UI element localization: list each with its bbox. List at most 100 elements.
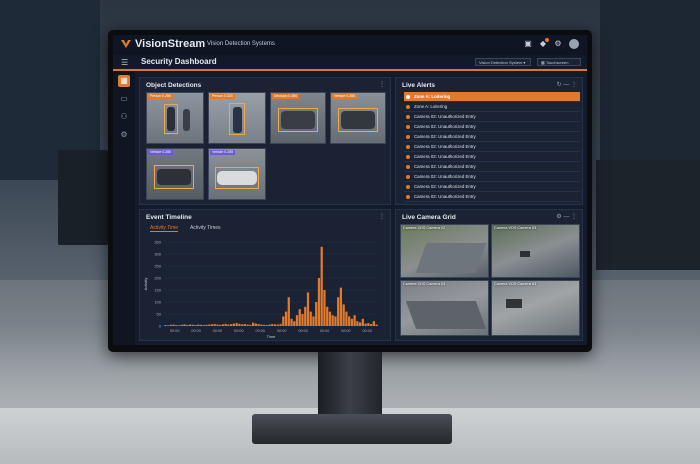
x-tick-label: 00:00 xyxy=(256,329,266,333)
x-tick-label: 00:00 xyxy=(213,329,223,333)
detection-label: Decision 0.286 xyxy=(272,94,300,99)
alert-dot-icon xyxy=(406,94,410,99)
sidebar-item-settings[interactable]: ⚙ xyxy=(118,129,130,141)
alert-dot-icon xyxy=(406,184,410,189)
background-monitor-right xyxy=(596,160,700,270)
alert-row[interactable]: Camera 02: Unauthorized Entry xyxy=(404,192,580,202)
chart-bar xyxy=(194,325,197,326)
chart-bar xyxy=(172,324,175,326)
road-shape xyxy=(405,301,487,329)
alert-text: Camera 02: Unauthorized Entry xyxy=(414,174,476,179)
alert-dot-icon xyxy=(406,134,410,139)
camera-label: Camera VDS Camera 02 xyxy=(403,226,446,230)
more-icon[interactable]: ⋮ xyxy=(379,213,385,220)
notification-icon[interactable]: ◆ xyxy=(539,38,549,48)
car-shape xyxy=(520,251,530,257)
detection-thumb-6[interactable]: Vehicle 0.285 xyxy=(208,148,266,200)
bounding-box xyxy=(338,108,378,132)
chart-bar xyxy=(246,324,249,326)
alert-row[interactable]: Camera 02: Unauthorized Entry xyxy=(404,132,580,142)
y-tick-label: 350 xyxy=(154,240,161,245)
chart-bar xyxy=(353,315,356,326)
sidebar-item-dashboard[interactable]: ▦ xyxy=(118,75,130,87)
chart-bar xyxy=(224,323,227,326)
chart-bar xyxy=(199,324,203,326)
camera-tile-3[interactable]: Camera VDS Camera 03 xyxy=(400,280,489,336)
chart-bar xyxy=(230,324,233,326)
chart-bar xyxy=(358,322,362,326)
object-detections-panel: Object Detections ⋮ Person 0.285 Person … xyxy=(139,77,391,205)
detection-thumb-2[interactable]: Person 0.320 xyxy=(208,92,266,144)
chart-bar xyxy=(279,323,282,326)
chart-bar xyxy=(326,306,329,326)
chart-bar xyxy=(205,324,208,326)
chart-bar xyxy=(331,315,334,326)
event-timeline-panel: Event Timeline ⋮ Activity Time Activity … xyxy=(139,209,391,341)
tab-activity-time[interactable]: Activity Time xyxy=(150,225,179,232)
tab-activity-times[interactable]: Activity Times xyxy=(190,225,221,231)
alert-row[interactable]: Camera 02: Unauthorized Entry xyxy=(404,112,580,122)
camera-label: Camera VDS Camera 03 xyxy=(494,282,537,286)
top-bar: VisionStream Vision Detection Systems ▣ … xyxy=(113,35,587,56)
alert-row[interactable]: Camera 02: Unauthorized Entry xyxy=(404,172,580,182)
touchscreen-button[interactable]: ▦ Touchscreen xyxy=(537,58,581,66)
x-tick-label: 00:00 xyxy=(170,329,180,333)
brand-subtitle: Vision Detection Systems xyxy=(207,41,275,47)
alert-row[interactable]: Camera 02: Unauthorized Entry xyxy=(404,152,580,162)
user-avatar[interactable] xyxy=(569,39,579,49)
sidebar-item-cameras[interactable]: ▭ xyxy=(118,93,130,105)
detection-thumb-5[interactable]: Vehicle 0.285 xyxy=(146,148,204,200)
alert-text: Camera 02: Unauthorized Entry xyxy=(414,114,476,119)
detection-thumb-4[interactable]: Vehicle 0.285 xyxy=(330,92,386,144)
alert-row[interactable]: Camera 02: Unauthorized Entry xyxy=(404,162,580,172)
alert-row[interactable]: Zone A: Loitering xyxy=(404,92,580,102)
camera-tile-1[interactable]: Camera VDS Camera 02 xyxy=(400,224,489,278)
detection-thumb-3[interactable]: Decision 0.286 xyxy=(270,92,326,144)
x-tick-label: 00:00 xyxy=(191,329,201,333)
camera-tile-4[interactable]: Camera VDS Camera 03 xyxy=(491,280,580,336)
logo-icon xyxy=(121,40,131,48)
x-tick-label: 00:00 xyxy=(277,329,287,333)
refresh-icon[interactable]: ↻ — ⋮ xyxy=(557,81,577,88)
camera-icon[interactable]: ▣ xyxy=(524,40,532,48)
camera-label: Camera VDS Camera 03 xyxy=(494,226,537,230)
more-icon[interactable]: ⋮ xyxy=(379,81,385,88)
chart-bar xyxy=(348,316,351,326)
chart-bar xyxy=(262,324,266,326)
alert-text: Camera 02: Unauthorized Entry xyxy=(414,124,476,129)
chart-bar xyxy=(298,309,301,326)
alert-row[interactable]: Zone A: Loitering xyxy=(404,102,580,112)
chart-bar xyxy=(186,325,189,326)
detection-thumb-1[interactable]: Person 0.285 xyxy=(146,92,204,144)
settings-icon[interactable]: ⚙ xyxy=(554,40,562,48)
chart-bar xyxy=(243,324,247,326)
sidebar-item-users[interactable]: ⚇ xyxy=(118,111,130,123)
chart-bar xyxy=(257,324,260,326)
alert-row[interactable]: Camera 02: Unauthorized Entry xyxy=(404,122,580,132)
chart-bar xyxy=(238,323,241,326)
alert-dot-icon xyxy=(406,154,410,159)
chart-bar xyxy=(175,325,178,326)
chart-bar xyxy=(188,324,192,326)
app-screen: VisionStream Vision Detection Systems ▣ … xyxy=(113,35,587,345)
chart-bar xyxy=(339,287,343,326)
alert-text: Camera 02: Unauthorized Entry xyxy=(414,144,476,149)
menu-icon[interactable]: ☰ xyxy=(121,58,128,67)
chart-bar xyxy=(301,314,304,326)
x-axis-label: Time xyxy=(267,334,277,339)
y-tick-label: 200 xyxy=(154,276,161,281)
chart-bar xyxy=(166,325,170,326)
chart-bar xyxy=(334,316,337,326)
detection-label: Person 0.285 xyxy=(148,94,173,99)
alert-text: Camera 02: Unauthorized Entry xyxy=(414,154,476,159)
camera-grid-controls[interactable]: ⚙ — ⋮ xyxy=(556,213,577,220)
alert-row[interactable]: Camera 02: Unauthorized Entry xyxy=(404,182,580,192)
system-select[interactable]: Vision Detection System ▾ xyxy=(475,58,531,66)
chart-bar xyxy=(317,278,321,326)
chart-bar xyxy=(265,325,268,326)
chart-bar xyxy=(235,323,238,326)
alert-row[interactable]: Camera 02: Unauthorized Entry xyxy=(404,142,580,152)
alert-dot-icon xyxy=(406,104,410,109)
chart-bar xyxy=(375,324,378,326)
camera-tile-2[interactable]: Camera VDS Camera 03 xyxy=(491,224,580,278)
